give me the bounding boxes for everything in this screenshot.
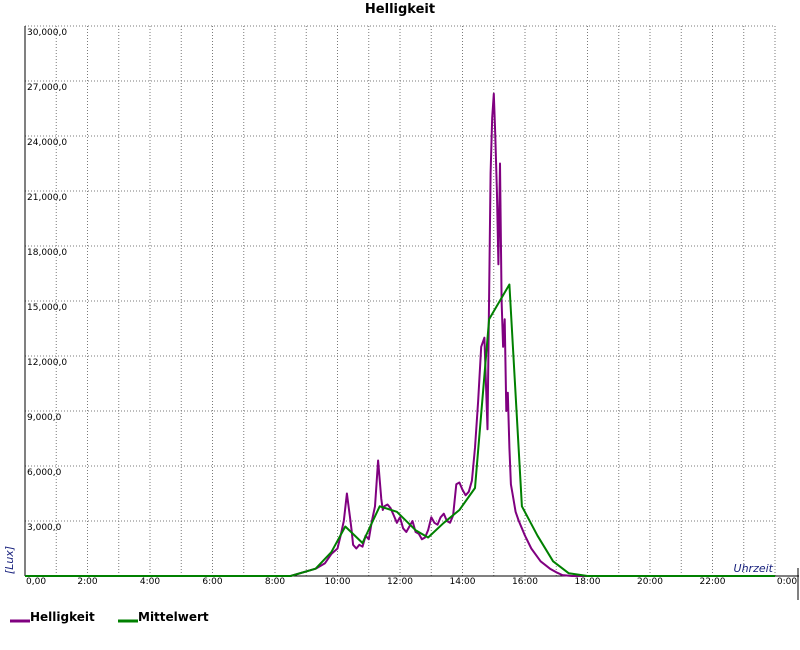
y-tick-label: 30,000,0 [27,28,67,38]
y-tick-label: 24,000,0 [27,138,67,148]
x-tick-label: 2:00 [77,577,97,587]
x-tick-label: 10:00 [325,577,351,587]
x-tick-label: 8:00 [265,577,285,587]
x-tick-label: 0,00 [26,577,46,587]
y-tick-label: 12,000,0 [27,358,67,368]
y-tick-label: 27,000,0 [27,83,67,93]
y-tick-label: 3,000,0 [27,523,62,533]
legend: Helligkeit Mittelwert [10,610,209,624]
axes [24,26,799,600]
grid [25,25,775,576]
x-tick-label: 12:00 [387,577,413,587]
legend-item-mittelwert: Mittelwert [118,610,209,624]
x-tick-label: 20:00 [637,577,663,587]
y-tick-label: 21,000,0 [27,193,67,203]
x-tick-label: 14:00 [450,577,476,587]
x-tick-label: 0:00 [777,577,797,587]
y-tick-label: 6,000,0 [27,468,62,478]
x-tick-label: 6:00 [202,577,222,587]
x-axis-label: Uhrzeit [734,562,774,575]
legend-label: Helligkeit [30,610,95,624]
x-tick-labels: 0,00 2:00 4:00 6:00 8:00 10:00 12:00 14:00 16:00… [26,577,797,587]
legend-label: Mittelwert [138,610,209,624]
x-tick-label: 22:00 [700,577,726,587]
legend-item-helligkeit: Helligkeit [10,610,95,624]
y-tick-label: 9,000,0 [27,413,62,423]
y-tick-label: 18,000,0 [27,248,67,258]
chart-title: Helligkeit [365,2,435,17]
brightness-chart: Helligkeit 3,000,0 6,000,0 9,000,0 12,000,0… [3,2,799,624]
y-tick-labels: 3,000,0 6,000,0 9,000,0 12,000,0 15,000,0 18,… [27,28,67,533]
y-tick-label: 15,000,0 [27,303,67,313]
series-line-mittelwert [25,283,775,577]
y-axis-label: [Lux] [3,546,16,574]
x-tick-label: 16:00 [512,577,538,587]
x-tick-label: 4:00 [140,577,160,587]
x-tick-label: 18:00 [575,577,601,587]
